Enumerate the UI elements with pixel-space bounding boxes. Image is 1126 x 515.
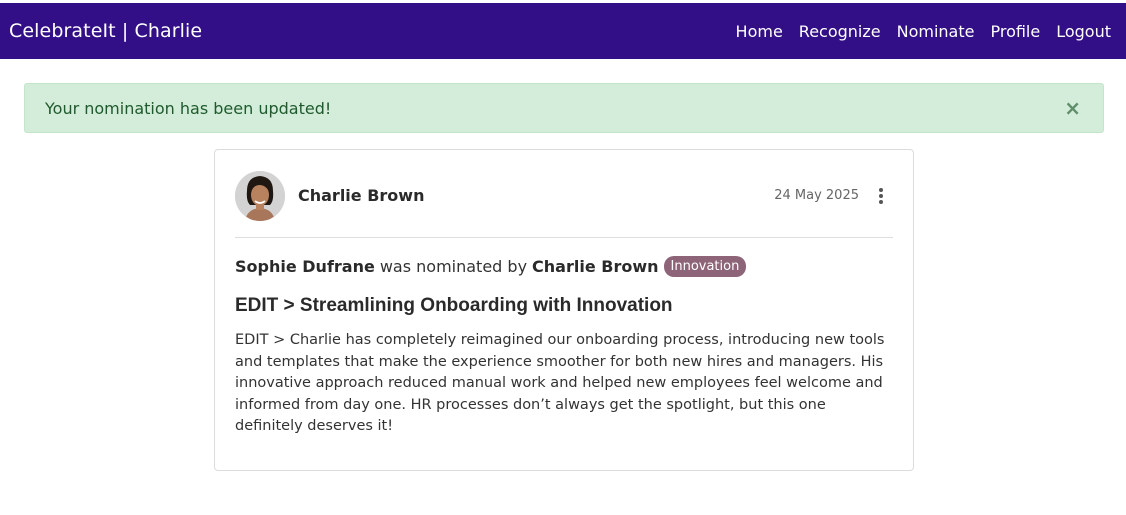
nav-link-recognize[interactable]: Recognize: [799, 22, 881, 41]
nominee-name[interactable]: Sophie Dufrane: [235, 257, 375, 276]
author-name[interactable]: Charlie Brown: [298, 186, 424, 205]
card-meta: 24 May 2025: [774, 186, 893, 206]
success-alert: Your nomination has been updated! ×: [24, 83, 1104, 133]
kebab-dot: [879, 193, 883, 198]
nomination-body: EDIT > Charlie has completely reimagined…: [235, 332, 885, 435]
nav-link-profile[interactable]: Profile: [990, 22, 1040, 41]
nomination-title: EDIT > Streamlining Onboarding with Inno…: [235, 295, 673, 316]
alert-message: Your nomination has been updated!: [45, 98, 332, 118]
nomination-card: Charlie Brown 24 May 2025 Sophie Dufrane…: [214, 149, 914, 471]
author-block: Charlie Brown: [235, 170, 424, 221]
nav-link-logout[interactable]: Logout: [1056, 22, 1111, 41]
nominated-by-text: was nominated by: [379, 257, 528, 276]
nav-link-nominate[interactable]: Nominate: [897, 22, 975, 41]
main-nav: Home Recognize Nominate Profile Logout: [736, 22, 1111, 41]
nav-link-home[interactable]: Home: [736, 22, 783, 41]
avatar-portrait-icon: [235, 170, 285, 221]
kebab-dot: [879, 187, 883, 192]
brand-title[interactable]: CelebrateIt | Charlie: [9, 20, 202, 42]
top-navbar: CelebrateIt | Charlie Home Recognize Nom…: [0, 3, 1126, 59]
post-date: 24 May 2025: [774, 188, 859, 203]
avatar: [235, 170, 285, 221]
nominator-name[interactable]: Charlie Brown: [532, 257, 658, 276]
kebab-dot: [879, 199, 883, 204]
kebab-menu-icon[interactable]: [873, 186, 889, 206]
nomination-line: Sophie Dufrane was nominated by Charlie …: [235, 256, 893, 277]
category-badge: Innovation: [663, 256, 747, 277]
card-header: Charlie Brown 24 May 2025: [235, 150, 893, 238]
close-icon[interactable]: ×: [1064, 98, 1081, 118]
